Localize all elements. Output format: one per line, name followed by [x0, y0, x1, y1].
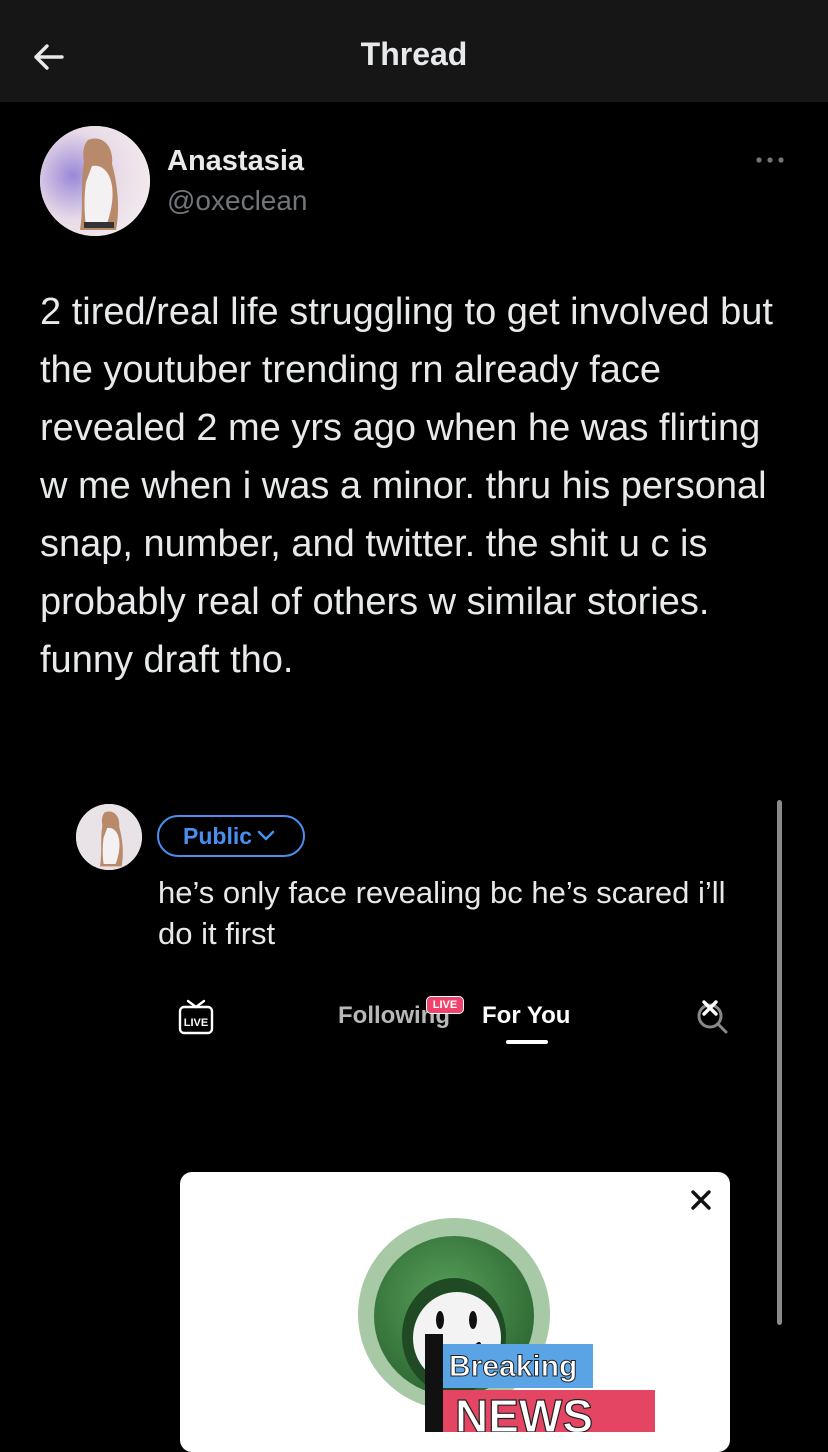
- tab-for-you: For You: [482, 1002, 571, 1029]
- page-title: Thread: [360, 36, 468, 72]
- live-tv-icon: LIVE: [178, 999, 214, 1035]
- search-icon: [697, 1000, 728, 1034]
- avatar-photo: [40, 126, 150, 236]
- top-bar: Thread: [0, 0, 828, 102]
- embedded-caption: he’s only face revealing bc he’s scared …: [158, 875, 726, 951]
- breaking-news-illustration: Breaking NEWS: [358, 1218, 655, 1432]
- live-icon-label: LIVE: [184, 1017, 208, 1029]
- scroll-indicator: [777, 800, 782, 1325]
- news-text: NEWS: [455, 1390, 593, 1432]
- active-tab-indicator: [506, 1040, 548, 1044]
- live-badge: LIVE: [426, 996, 464, 1014]
- embedded-avatar: [76, 804, 142, 870]
- ellipsis-icon[interactable]: [752, 150, 788, 170]
- avatar-photo: [76, 804, 142, 870]
- breaking-text: Breaking: [449, 1350, 577, 1383]
- chevron-down-icon: [257, 830, 275, 841]
- close-icon: [691, 1190, 711, 1210]
- author-name[interactable]: Anastasia: [167, 145, 304, 178]
- privacy-label: Public: [183, 823, 253, 849]
- author-avatar[interactable]: [40, 126, 150, 236]
- author-handle[interactable]: @oxeclean: [167, 185, 308, 217]
- tweet-text: 2 tired/real life struggling to get invo…: [40, 291, 773, 681]
- privacy-selector: Public: [157, 815, 305, 857]
